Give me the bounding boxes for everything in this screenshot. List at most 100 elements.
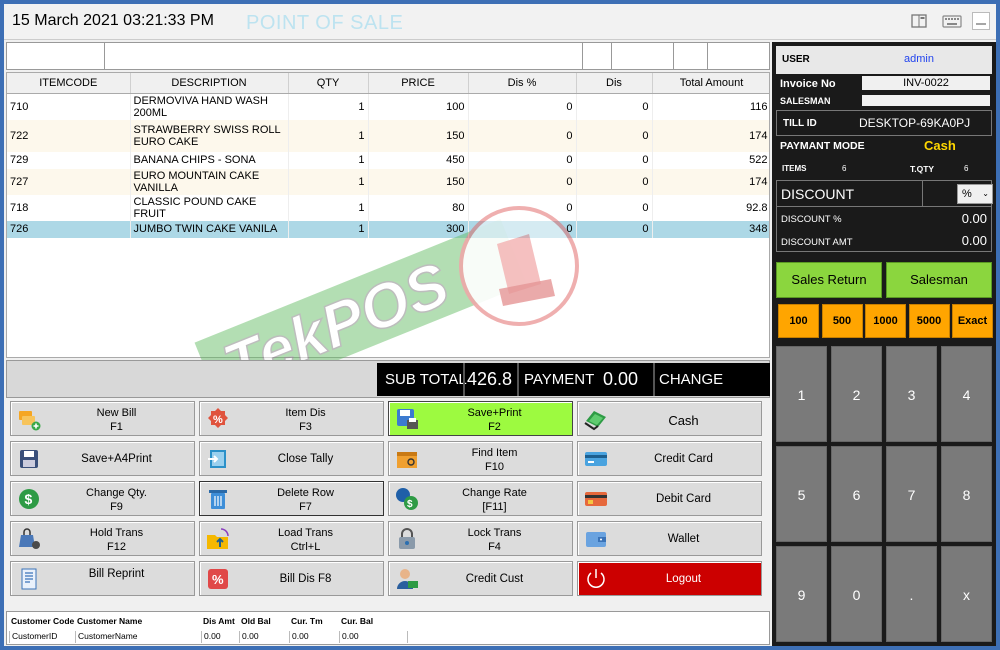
qty-input[interactable] [583,43,612,69]
button-label: Change Qty. [86,487,147,499]
column-header[interactable]: Total Amount [652,73,769,94]
customer-code-field[interactable]: CustomerID [9,631,75,643]
table-cell: 718 [7,194,131,221]
quick-cash-100-button[interactable]: 100 [778,304,819,338]
debit-card-button[interactable]: Debit Card [577,481,762,516]
button-label: Logout [665,573,702,585]
dis-pct-input[interactable] [674,43,708,69]
quick-cash-500-button[interactable]: 500 [821,304,863,338]
keypad-key[interactable]: 1 [776,346,827,442]
keypad-key[interactable]: 4 [941,346,992,442]
totals-box: SUB TOTAL 426.8 PAYMENT 0.00 CHANGE [377,363,770,396]
sales-return-button[interactable]: Sales Return [776,262,882,298]
button-shortcut: F9 [110,501,123,513]
bill-reprint-button[interactable]: Bill Reprint [10,561,195,596]
credit-card-button[interactable]: Credit Card [577,441,762,476]
keypad-key[interactable]: 7 [886,446,937,542]
table-cell: 174 [652,119,769,152]
svg-text:%: % [212,572,224,587]
table-row[interactable]: 710 DERMOVIVA HAND WASH 200ML 1 100 0 0 116 [7,93,769,120]
column-header[interactable]: Dis [576,73,653,94]
dollar-icon: $ [17,487,41,511]
table-cell: 174 [652,168,769,195]
item-entry-row [6,42,770,70]
payment-label: PAYMENT [524,371,595,388]
keypad-key[interactable]: 3 [886,346,937,442]
customer-code-header: Customer Code [11,616,75,626]
old-bal-field: 0.00 [239,631,289,643]
find-item-button[interactable]: Find Item F10 [388,441,573,476]
credit-cust-button[interactable]: Credit Cust [388,561,573,596]
column-header[interactable]: Dis % [468,73,577,94]
column-header[interactable]: DESCRIPTION [130,73,289,94]
subtotal-value: 426.8 [467,369,513,389]
item-dis-button[interactable]: % Item Dis F3 [199,401,384,436]
keypad-key[interactable]: 8 [941,446,992,542]
description-input[interactable] [105,43,583,69]
keypad-key[interactable]: x [941,546,992,642]
button-text: Item Dis F3 [232,406,379,434]
new-bill-icon [17,407,41,431]
bill-dis-button[interactable]: % Bill Dis F8 [199,561,384,596]
table-row[interactable]: 729 BANANA CHIPS - SONA 1 450 0 0 522 [7,151,769,169]
keypad-key[interactable]: . [886,546,937,642]
price-input[interactable] [612,43,674,69]
tqty-label: T.QTY [910,164,935,174]
salesman-button[interactable]: Salesman [886,262,992,298]
minimize-icon[interactable] [972,12,990,30]
button-text: Save+Print F2 [421,406,568,434]
quick-cash-5000-button[interactable]: 5000 [908,304,950,338]
table-cell: 1 [288,151,369,169]
keyboard-icon[interactable] [942,12,962,30]
quick-cash-exact-button[interactable]: Exact [952,304,993,338]
column-header[interactable]: QTY [288,73,369,94]
column-header[interactable]: PRICE [368,73,469,94]
table-row[interactable]: 726 JUMBO TWIN CAKE VANILA 1 300 0 0 348 [7,220,769,238]
table-row[interactable]: 727 EURO MOUNTAIN CAKE VANILLA 1 150 0 0 174 [7,168,769,195]
discount-type-select[interactable]: % ⌄ [957,184,993,204]
button-shortcut: F4 [488,541,501,553]
table-cell: 522 [652,151,769,169]
calculator-icon[interactable] [910,12,928,30]
discount-label: DISCOUNT [781,186,855,202]
dis-amt-field: 0.00 [201,631,239,643]
change-rate-button[interactable]: $ Change Rate [F11] [388,481,573,516]
table-row[interactable]: 722 STRAWBERRY SWISS ROLL EURO CAKE 1 150 0 0… [7,119,769,152]
button-label: Hold Trans [89,527,144,539]
table-cell: JUMBO TWIN CAKE VANILA [130,220,289,238]
save-a4print-button[interactable]: Save+A4Print [10,441,195,476]
button-text: Load Trans Ctrl+L [232,526,379,554]
lock-trans-button[interactable]: Lock Trans F4 [388,521,573,556]
button-text: New Bill F1 [43,406,190,434]
new-bill-button[interactable]: New Bill F1 [10,401,195,436]
save-print-button[interactable]: Save+Print F2 [388,401,573,436]
cash-button[interactable]: Cash [577,401,762,436]
change-qty-button[interactable]: $ Change Qty. F9 [10,481,195,516]
delete-row-button[interactable]: Delete Row F7 [199,481,384,516]
keypad-key[interactable]: 2 [831,346,882,442]
power-icon [584,567,608,591]
customer-name-field[interactable]: CustomerName [75,631,201,643]
discount-pct-value[interactable]: 0.00 [962,211,987,226]
column-header[interactable]: ITEMCODE [7,73,131,94]
cash-icon [584,407,608,431]
close-tally-button[interactable]: Close Tally [199,441,384,476]
dis-input[interactable] [708,43,769,69]
table-cell: 0 [576,93,653,120]
hold-trans-button[interactable]: Hold Trans F12 [10,521,195,556]
keypad-key[interactable]: 6 [831,446,882,542]
keypad-key[interactable]: 9 [776,546,827,642]
keypad-key[interactable]: 0 [831,546,882,642]
button-shortcut: F7 [299,501,312,513]
table-cell: 92.8 [652,194,769,221]
load-trans-button[interactable]: Load Trans Ctrl+L [199,521,384,556]
table-row[interactable]: 718 CLASSIC POUND CAKE FRUIT 1 80 0 0 92.8 [7,194,769,221]
wallet-button[interactable]: Wallet [577,521,762,556]
logout-button[interactable]: Logout [577,561,762,596]
discount-amt-value[interactable]: 0.00 [962,233,987,248]
quick-cash-1000-button[interactable]: 1000 [865,304,906,338]
keypad-key[interactable]: 5 [776,446,827,542]
itemcode-input[interactable] [7,43,105,69]
table-cell: 0 [576,220,653,238]
wallet-icon [584,527,608,551]
